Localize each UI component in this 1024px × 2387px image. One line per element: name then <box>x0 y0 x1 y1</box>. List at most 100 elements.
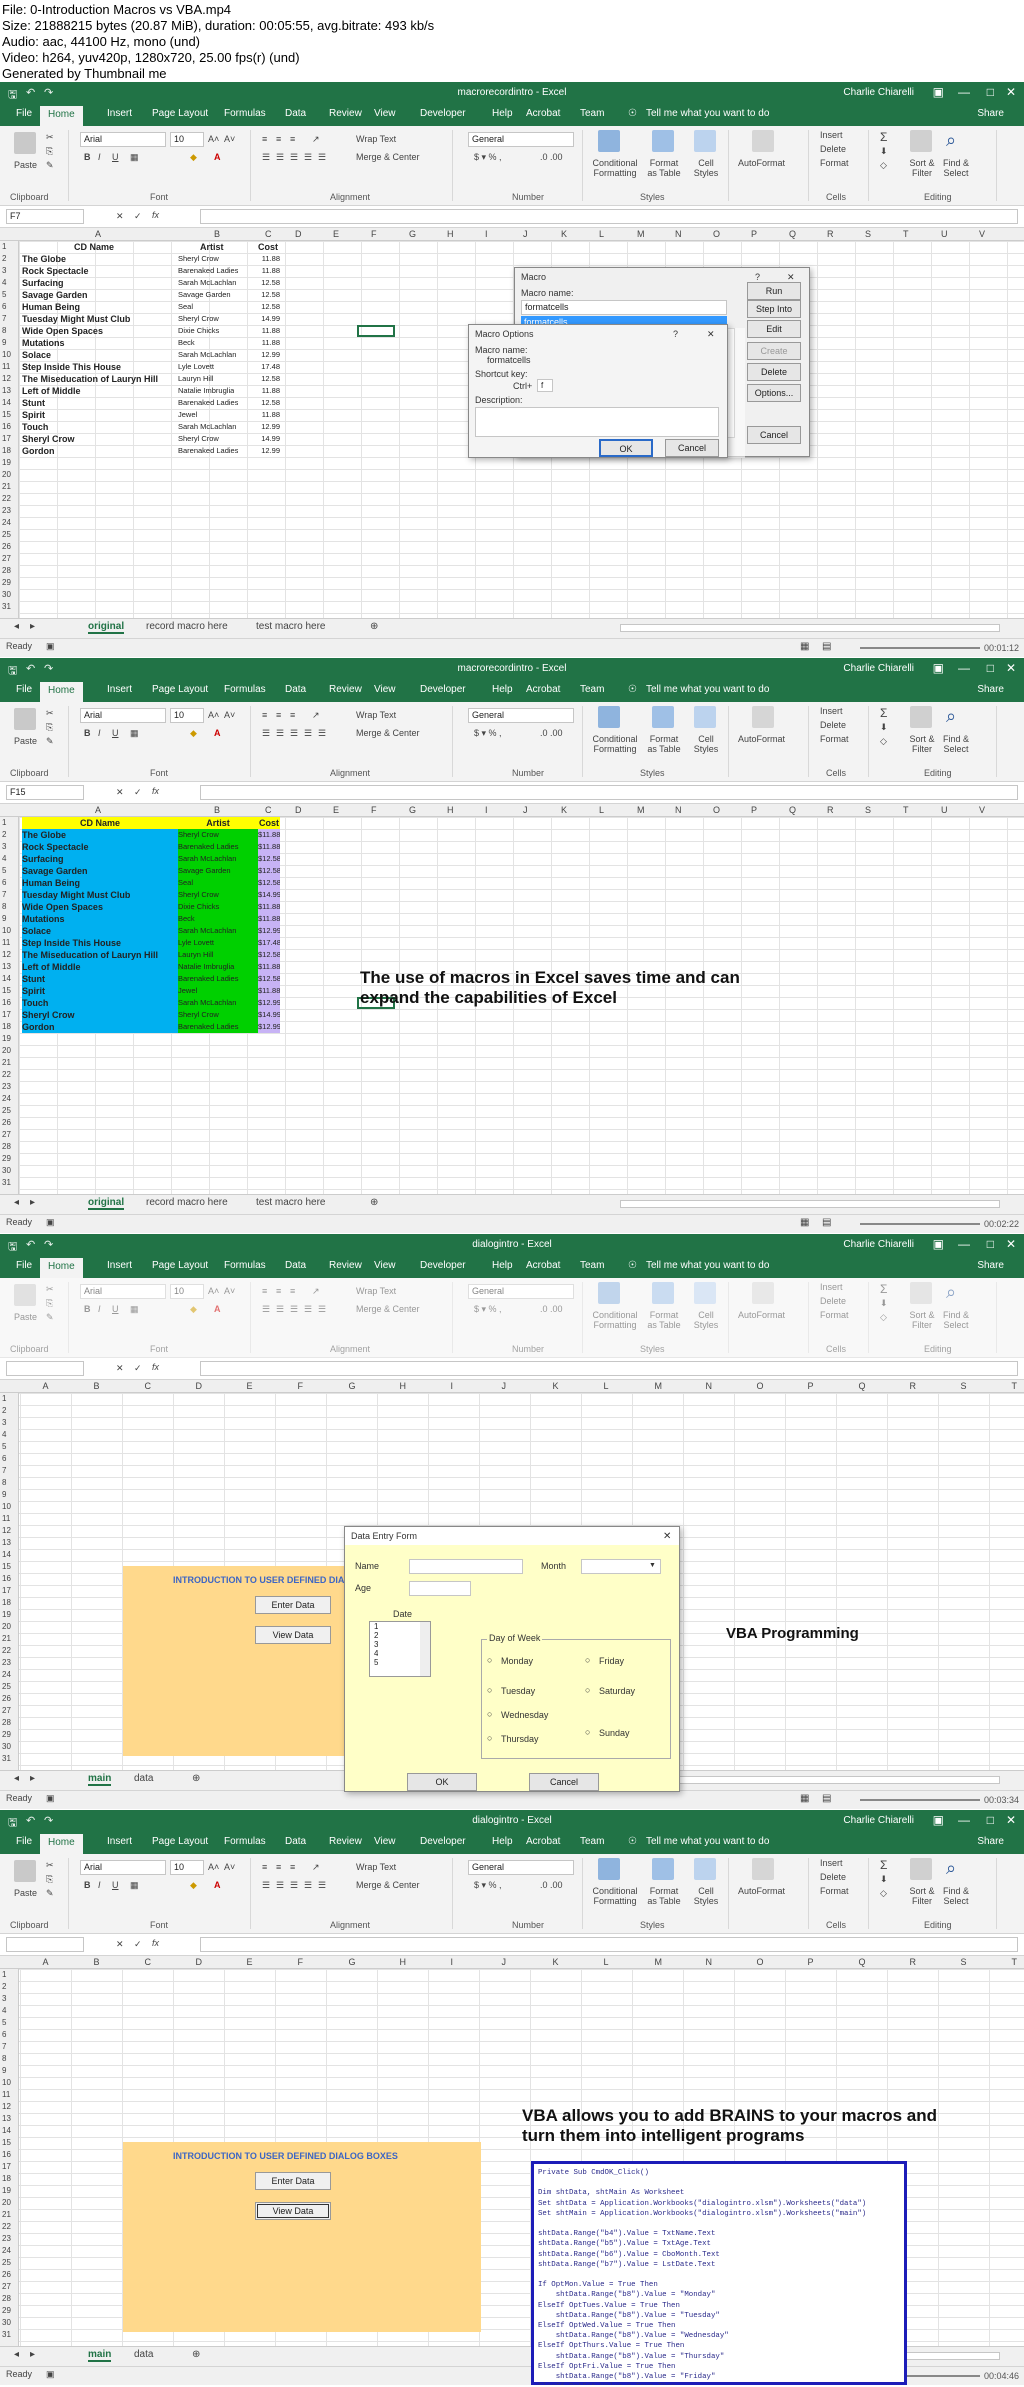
row-number[interactable]: 18 <box>2 1022 11 1031</box>
row-number[interactable]: 12 <box>2 374 11 383</box>
macro-options-close-icon[interactable]: ✕ <box>707 329 715 340</box>
format-painter-icon[interactable]: ✎ <box>46 1312 54 1323</box>
row-number[interactable]: 15 <box>2 410 11 419</box>
column-header[interactable]: J <box>502 1957 507 1967</box>
align-middle-icon[interactable]: ≡ <box>276 1862 281 1872</box>
format-cells-button[interactable]: Format <box>820 734 849 744</box>
row-number[interactable]: 1 <box>2 242 6 251</box>
radio-saturday[interactable]: ○ <box>585 1685 590 1695</box>
tab-acrobat[interactable]: Acrobat <box>526 108 560 119</box>
row-number[interactable]: 23 <box>2 2234 11 2243</box>
column-header[interactable]: J <box>523 229 528 239</box>
cost-cell[interactable]: 12.58 <box>258 373 280 385</box>
row-number[interactable]: 11 <box>2 1514 10 1523</box>
row-number[interactable]: 22 <box>2 2222 11 2231</box>
tab-home[interactable]: Home <box>40 1258 83 1278</box>
view-data-button[interactable]: View Data <box>255 1626 331 1644</box>
row-number[interactable]: 15 <box>2 986 11 995</box>
tab-formulas[interactable]: Formulas <box>224 108 266 119</box>
fill-color-icon[interactable]: ◆ <box>190 1880 197 1891</box>
cost-cell[interactable]: 12.58 <box>258 397 280 409</box>
add-sheet-icon[interactable]: ⊕ <box>192 2349 200 2360</box>
confirm-entry-icon[interactable]: ✓ <box>134 1363 142 1374</box>
row-number[interactable]: 7 <box>2 2042 6 2051</box>
row-number[interactable]: 18 <box>2 446 11 455</box>
autoformat-icon[interactable] <box>752 130 774 152</box>
add-sheet-icon[interactable]: ⊕ <box>192 1773 200 1784</box>
artist-cell[interactable]: Barenaked Ladies <box>178 1021 258 1033</box>
artist-cell[interactable]: Sheryl Crow <box>178 253 219 265</box>
macro-record-icon[interactable]: ▣ <box>46 1793 55 1804</box>
fill-color-icon[interactable]: ◆ <box>190 728 197 739</box>
column-header[interactable]: F <box>371 229 377 239</box>
tab-formulas[interactable]: Formulas <box>224 1836 266 1847</box>
format-as-table-label[interactable]: Format as Table <box>644 1310 684 1330</box>
artist-cell[interactable]: Sarah McLachlan <box>178 421 236 433</box>
grow-font-icon[interactable]: A˄ <box>208 1862 219 1872</box>
column-header[interactable]: T <box>1012 1957 1018 1967</box>
row-number[interactable]: 16 <box>2 2150 11 2159</box>
maximize-icon[interactable]: □ <box>987 85 994 99</box>
row-number[interactable]: 19 <box>2 2186 11 2195</box>
column-header[interactable]: K <box>561 805 567 815</box>
confirm-entry-icon[interactable]: ✓ <box>134 787 142 798</box>
tab-view[interactable]: View <box>374 684 396 695</box>
row-number[interactable]: 23 <box>2 1658 11 1667</box>
cancel-entry-icon[interactable]: ✕ <box>116 1363 124 1374</box>
row-number[interactable]: 30 <box>2 590 11 599</box>
cd-name-cell[interactable]: Rock Spectacle <box>22 265 89 277</box>
tab-insert[interactable]: Insert <box>107 1260 132 1271</box>
cell-styles-label[interactable]: Cell Styles <box>690 158 722 178</box>
currency-icon[interactable]: $ ▾ % , <box>474 1880 502 1891</box>
tab-page-layout[interactable]: Page Layout <box>152 108 208 119</box>
bold-icon[interactable]: B <box>84 1880 91 1890</box>
artist-cell[interactable]: Seal <box>178 301 193 313</box>
row-number[interactable]: 13 <box>2 2114 11 2123</box>
row-number[interactable]: 6 <box>2 878 6 887</box>
normal-view-icon[interactable]: ▦ <box>800 641 809 652</box>
column-header[interactable]: G <box>409 229 416 239</box>
prev-sheet-icon[interactable]: ◂ <box>14 621 19 632</box>
row-number[interactable]: 6 <box>2 2030 6 2039</box>
cost-cell[interactable]: 17.48 <box>258 361 280 373</box>
row-number[interactable]: 17 <box>2 1010 11 1019</box>
macro-options-help-icon[interactable]: ? <box>673 329 678 339</box>
row-number[interactable]: 8 <box>2 2054 6 2063</box>
artist-cell[interactable]: Sheryl Crow <box>178 829 258 841</box>
sheet-tab[interactable]: original <box>88 1197 125 1210</box>
delete-cells-button[interactable]: Delete <box>820 1872 846 1882</box>
align-right-icon[interactable]: ☰ <box>290 152 298 163</box>
autoformat-label[interactable]: AutoFormat <box>738 1886 785 1896</box>
column-header[interactable]: E <box>247 1381 253 1391</box>
table-header[interactable]: CD Name <box>74 241 114 253</box>
format-as-table-icon[interactable] <box>652 130 674 152</box>
row-number[interactable]: 28 <box>2 566 11 575</box>
next-sheet-icon[interactable]: ▸ <box>30 1197 35 1208</box>
macro-edit-button[interactable]: Edit <box>747 320 801 338</box>
cell-styles-icon[interactable] <box>694 1282 716 1304</box>
maximize-icon[interactable]: □ <box>987 1237 994 1251</box>
close-icon[interactable]: ✕ <box>1006 85 1016 99</box>
column-header[interactable]: Q <box>859 1381 866 1391</box>
cell-styles-label[interactable]: Cell Styles <box>690 734 722 754</box>
fill-icon[interactable]: ⬇ <box>880 1874 888 1885</box>
column-header[interactable]: L <box>599 229 604 239</box>
artist-cell[interactable]: Barenaked Ladies <box>178 265 238 277</box>
column-header[interactable]: H <box>400 1381 407 1391</box>
format-as-table-label[interactable]: Format as Table <box>644 158 684 178</box>
column-header[interactable]: H <box>400 1957 407 1967</box>
row-number[interactable]: 9 <box>2 338 6 347</box>
hscroll[interactable] <box>620 624 1000 632</box>
find-select-icon[interactable]: ⌕ <box>946 130 956 151</box>
cost-cell[interactable]: $11.88 <box>258 901 280 913</box>
sort-filter-label[interactable]: Sort & Filter <box>906 734 938 754</box>
orientation-icon[interactable]: ↗ <box>312 710 320 721</box>
row-number[interactable]: 2 <box>2 830 6 839</box>
insert-cells-button[interactable]: Insert <box>820 1858 843 1868</box>
row-number[interactable]: 26 <box>2 2270 11 2279</box>
cost-cell[interactable]: 11.88 <box>258 265 280 277</box>
copy-icon[interactable]: ⎘ <box>46 146 53 157</box>
row-number[interactable]: 5 <box>2 866 6 875</box>
row-number[interactable]: 20 <box>2 1622 11 1631</box>
next-sheet-icon[interactable]: ▸ <box>30 621 35 632</box>
